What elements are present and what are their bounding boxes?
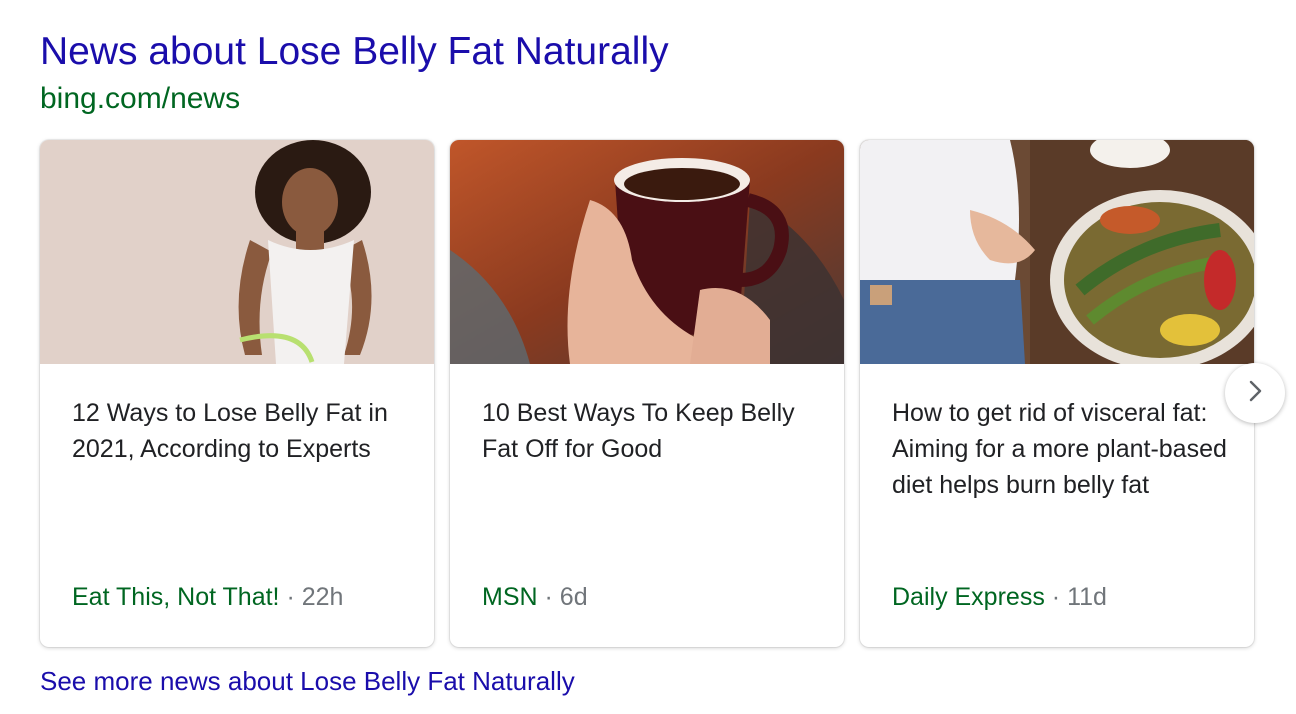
news-card-title: How to get rid of visceral fat: Aiming f…	[892, 399, 1227, 499]
meta-separator: ·	[286, 583, 295, 611]
news-card[interactable]: How to get rid of visceral fat: Aiming f…	[860, 140, 1254, 647]
news-age: 6d	[559, 583, 588, 611]
news-age: 22h	[301, 583, 344, 611]
news-publisher: MSN	[482, 583, 538, 611]
news-publisher: Daily Express	[892, 583, 1045, 611]
news-card-title: 12 Ways to Lose Belly Fat in 2021, Accor…	[72, 399, 388, 463]
source-url: bing.com/news	[40, 82, 241, 115]
news-heading-link[interactable]: News about Lose Belly Fat Naturally	[40, 28, 669, 76]
news-thumbnail	[860, 140, 1254, 364]
news-card-meta: MSN · 6d	[482, 580, 588, 614]
news-card-title: 10 Best Ways To Keep Belly Fat Off for G…	[482, 399, 795, 463]
news-thumbnail	[40, 140, 434, 364]
news-card-meta: Daily Express · 11d	[892, 580, 1107, 614]
see-more-news-link[interactable]: See more news about Lose Belly Fat Natur…	[40, 664, 575, 698]
chevron-right-icon	[1243, 377, 1267, 410]
carousel-next-button[interactable]	[1225, 363, 1285, 423]
news-publisher: Eat This, Not That!	[72, 583, 280, 611]
news-thumbnail	[450, 140, 844, 364]
meta-separator: ·	[1051, 583, 1061, 611]
news-card[interactable]: 12 Ways to Lose Belly Fat in 2021, Accor…	[40, 140, 434, 647]
news-card-meta: Eat This, Not That! · 22h	[72, 580, 343, 614]
news-age: 11d	[1067, 583, 1107, 611]
meta-separator: ·	[544, 583, 553, 611]
news-card[interactable]: 10 Best Ways To Keep Belly Fat Off for G…	[450, 140, 844, 647]
